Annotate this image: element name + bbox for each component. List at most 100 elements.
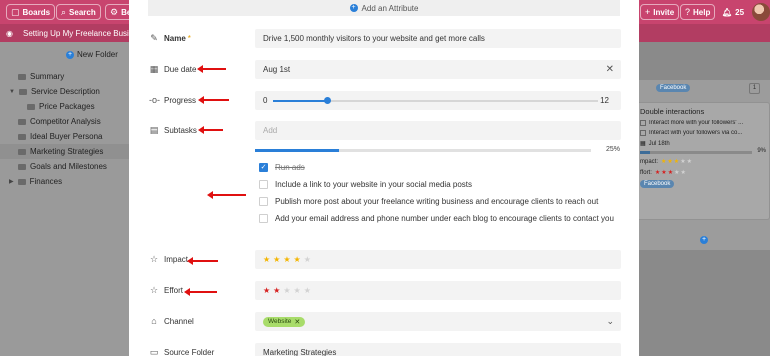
sidebar-item-goals-and-milestones[interactable]: Goals and Milestones (18, 159, 107, 174)
checkbox[interactable] (259, 197, 268, 206)
card-subtask[interactable]: Interact more with your followers' ... (640, 120, 766, 126)
add-card-button[interactable]: + (700, 236, 708, 244)
progress-slider[interactable] (273, 97, 598, 104)
annotation-arrow (184, 288, 217, 296)
subtask-add-input[interactable]: Add (255, 121, 621, 140)
sidebar-item-service-description[interactable]: ▼ Service Description (9, 84, 100, 99)
chevron-right-icon[interactable]: ▶ (9, 178, 14, 185)
plus-icon: + (349, 4, 358, 12)
sidebar-item-price-packages[interactable]: Price Packages (27, 99, 95, 114)
subtasks-progress-bar (255, 149, 591, 152)
effort-stars[interactable]: ★ ★ ★ ★ ★ (263, 286, 311, 295)
gear-icon: ⚙ (110, 6, 119, 17)
annotation-arrow (207, 191, 246, 199)
boards-button[interactable]: ▢ Boards (6, 4, 56, 20)
card-date: ▦ Jul 18th (640, 140, 670, 148)
board-column: Facebook 1 Double interactions Interact … (622, 80, 770, 250)
annotation-arrow (187, 257, 218, 265)
folder-icon (18, 118, 26, 125)
subtasks-progress-fill (255, 149, 339, 152)
invite-button[interactable]: + Invite (640, 4, 680, 20)
add-user-icon: + (645, 7, 651, 17)
star-empty-icon[interactable]: ★ (304, 286, 311, 295)
due-date-field[interactable]: Aug 1st ✕ (255, 60, 621, 79)
subtask-item[interactable]: Include a link to your website in your s… (259, 180, 619, 190)
card-subtask[interactable]: Interact with your followers via co... (640, 130, 766, 136)
impact-stars[interactable]: ★ ★ ★ ★ ★ (263, 255, 311, 264)
subtask-item[interactable]: ✓ Run ads (259, 163, 619, 173)
channel-label: ⌂ Channel (149, 313, 194, 329)
new-folder-button[interactable]: + New Folder (66, 50, 118, 59)
effort-rating[interactable]: ★ ★ ★ ★ ★ (255, 281, 621, 300)
star-empty-icon[interactable]: ★ (680, 170, 686, 176)
notifications-button[interactable]: 🔔︎ 25 (722, 4, 744, 20)
checkbox[interactable] (640, 120, 646, 126)
progress-field: 0 12 (255, 91, 621, 110)
checkbox-checked[interactable]: ✓ (259, 163, 268, 172)
star-filled-icon[interactable]: ★ (263, 286, 270, 295)
star-filled-icon[interactable]: ★ (263, 255, 270, 264)
close-icon[interactable]: ✕ (606, 64, 614, 75)
star-empty-icon[interactable]: ★ (283, 286, 290, 295)
checkbox[interactable] (259, 180, 268, 189)
task-modal: + Add an Attribute ✎ Name * Drive 1,500 mo… (129, 0, 639, 356)
star-outline-icon: ☆ (149, 284, 159, 295)
remove-icon[interactable]: ✕ (294, 318, 300, 326)
progress-slider-handle[interactable] (324, 97, 332, 104)
sidebar-item-marketing-strategies[interactable]: Marketing Strategies (0, 144, 135, 159)
chevron-down-icon[interactable]: ⌄ (606, 316, 614, 327)
source-folder-label: ▭ Source Folder (149, 346, 215, 356)
search-button[interactable]: ⌕ Search (56, 4, 101, 20)
sidebar-item-summary[interactable]: Summary (18, 69, 64, 84)
folder-icon (17, 178, 26, 185)
card-impact: mpact: ★★★★★ (640, 158, 693, 166)
card-title: Double interactions (640, 107, 705, 116)
tag-icon: ⌂ (151, 316, 157, 326)
sidebar-item-competitor-analysis[interactable]: Competitor Analysis (18, 114, 101, 129)
star-filled-icon[interactable]: ★ (283, 255, 290, 264)
star-outline-icon: ☆ (149, 253, 159, 264)
folder-icon (18, 133, 26, 140)
bell-icon: 🔔︎ (722, 7, 733, 17)
star-filled-icon[interactable]: ★ (273, 286, 280, 295)
card-effort-stars: ★★★★★ (655, 169, 687, 176)
folder-icon (18, 148, 26, 155)
card-tag: Facebook (640, 180, 675, 188)
channel-chip[interactable]: Website ✕ (263, 316, 306, 327)
checkbox[interactable] (259, 214, 268, 223)
impact-rating[interactable]: ★ ★ ★ ★ ★ (255, 250, 621, 269)
star-empty-icon[interactable]: ★ (687, 159, 693, 165)
card-effort: ffort: ★★★★★ (640, 169, 687, 177)
card-progress-fill (640, 151, 651, 154)
subtask-item[interactable]: Publish more post about your freelance w… (259, 197, 619, 207)
folder-icon (18, 88, 27, 95)
effort-label: ☆ Effort (149, 284, 183, 295)
star-empty-icon[interactable]: ★ (294, 286, 301, 295)
folder-icon (18, 73, 26, 80)
sidebar-item-ideal-buyer-persona[interactable]: Ideal Buyer Persona (18, 129, 103, 144)
help-button[interactable]: ? Help (680, 4, 716, 20)
folder-icon (27, 103, 35, 110)
channel-select[interactable]: Website ✕ ⌄ (255, 312, 621, 331)
checkbox[interactable] (640, 130, 646, 136)
avatar[interactable] (752, 3, 770, 21)
progress-min: 0 (263, 96, 268, 105)
annotation-arrow (198, 126, 223, 134)
progress-max: 12 (600, 96, 609, 105)
star-filled-icon[interactable]: ★ (273, 255, 280, 264)
column-count: 1 (749, 83, 760, 94)
progress-slider-fill (273, 100, 328, 102)
chevron-down-icon[interactable]: ▼ (9, 89, 15, 95)
impact-label: ☆ Impact (149, 253, 189, 264)
required-asterisk: * (187, 33, 191, 43)
sidebar-item-finances[interactable]: ▶ Finances (9, 174, 62, 189)
add-attribute-button[interactable]: + Add an Attribute (148, 0, 620, 16)
star-filled-icon[interactable]: ★ (294, 255, 301, 264)
card[interactable]: Double interactions Interact more with y… (636, 102, 770, 220)
source-folder-field[interactable]: Marketing Strategies (255, 343, 621, 356)
subtask-item[interactable]: Add your email address and phone number … (259, 214, 619, 224)
name-field[interactable]: Drive 1,500 monthly visitors to your web… (255, 29, 621, 48)
star-empty-icon[interactable]: ★ (304, 255, 311, 264)
name-label: ✎ Name * (150, 32, 191, 43)
eye-icon[interactable]: ◉ (6, 29, 13, 38)
